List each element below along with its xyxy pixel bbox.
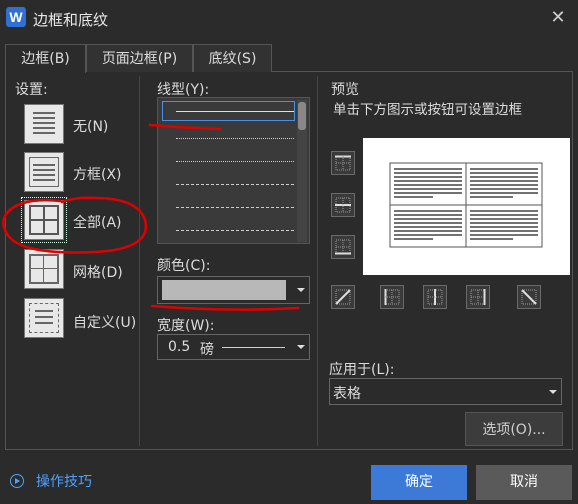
dialog-title: 边框和底纹 — [33, 11, 109, 29]
width-label: 宽度(W): — [157, 318, 215, 334]
width-line-sample — [222, 347, 285, 348]
tips-link[interactable]: 操作技巧 — [36, 471, 92, 491]
preview-label: 预览 — [331, 82, 359, 98]
line-style-label: 线型(Y): — [157, 82, 210, 98]
settings-custom-label[interactable]: 自定义(U) — [73, 312, 136, 332]
wps-writer-icon: W — [6, 7, 26, 27]
settings-grid-label[interactable]: 网格(D) — [73, 262, 123, 282]
scrollbar-thumb[interactable] — [298, 102, 306, 130]
width-value: 0.5 — [168, 339, 191, 355]
border-inside-horizontal-button[interactable] — [331, 193, 355, 217]
color-label: 颜色(C): — [157, 258, 211, 274]
border-all-icon[interactable] — [21, 197, 67, 243]
preview-hint: 单击下方图示或按钮可设置边框 — [333, 102, 522, 118]
settings-box-label[interactable]: 方框(X) — [73, 164, 122, 184]
tab-borders[interactable]: 边框(B) — [5, 44, 86, 73]
border-diagonal-down-button[interactable] — [517, 285, 541, 309]
apply-to-dropdown[interactable] — [329, 378, 562, 405]
preview-area[interactable] — [363, 138, 570, 275]
width-unit: 磅 — [200, 342, 214, 358]
ok-button[interactable]: 确定 — [371, 465, 467, 500]
play-icon[interactable] — [10, 474, 24, 488]
settings-all-label[interactable]: 全部(A) — [73, 212, 122, 232]
border-custom-icon[interactable] — [24, 298, 64, 338]
border-none-icon[interactable] — [24, 104, 64, 144]
border-box-icon[interactable] — [24, 152, 64, 192]
border-diagonal-up-button[interactable] — [331, 285, 355, 309]
chevron-down-icon[interactable] — [297, 345, 305, 349]
cancel-button[interactable]: 取消 — [476, 465, 572, 500]
settings-label: 设置: — [15, 82, 48, 98]
column-divider-right — [317, 76, 318, 446]
selected-line-style[interactable] — [162, 101, 295, 121]
column-divider-left — [139, 76, 140, 446]
apply-to-label: 应用于(L): — [329, 362, 395, 378]
border-left-button[interactable] — [380, 285, 404, 309]
tab-page-borders[interactable]: 页面边框(P) — [86, 44, 193, 72]
border-inside-vertical-button[interactable] — [423, 285, 447, 309]
settings-none-label[interactable]: 无(N) — [73, 116, 108, 136]
apply-to-value: 表格 — [333, 386, 361, 402]
border-top-button[interactable] — [331, 151, 355, 175]
color-swatch — [162, 280, 286, 300]
chevron-down-icon[interactable] — [549, 390, 557, 394]
close-button[interactable]: ✕ — [548, 8, 568, 28]
border-right-button[interactable] — [466, 285, 490, 309]
tab-shading[interactable]: 底纹(S) — [193, 44, 272, 72]
border-bottom-button[interactable] — [331, 235, 355, 259]
border-grid-icon[interactable] — [24, 249, 64, 289]
chevron-down-icon[interactable] — [297, 288, 305, 292]
options-button[interactable]: 选项(O)... — [465, 412, 563, 446]
